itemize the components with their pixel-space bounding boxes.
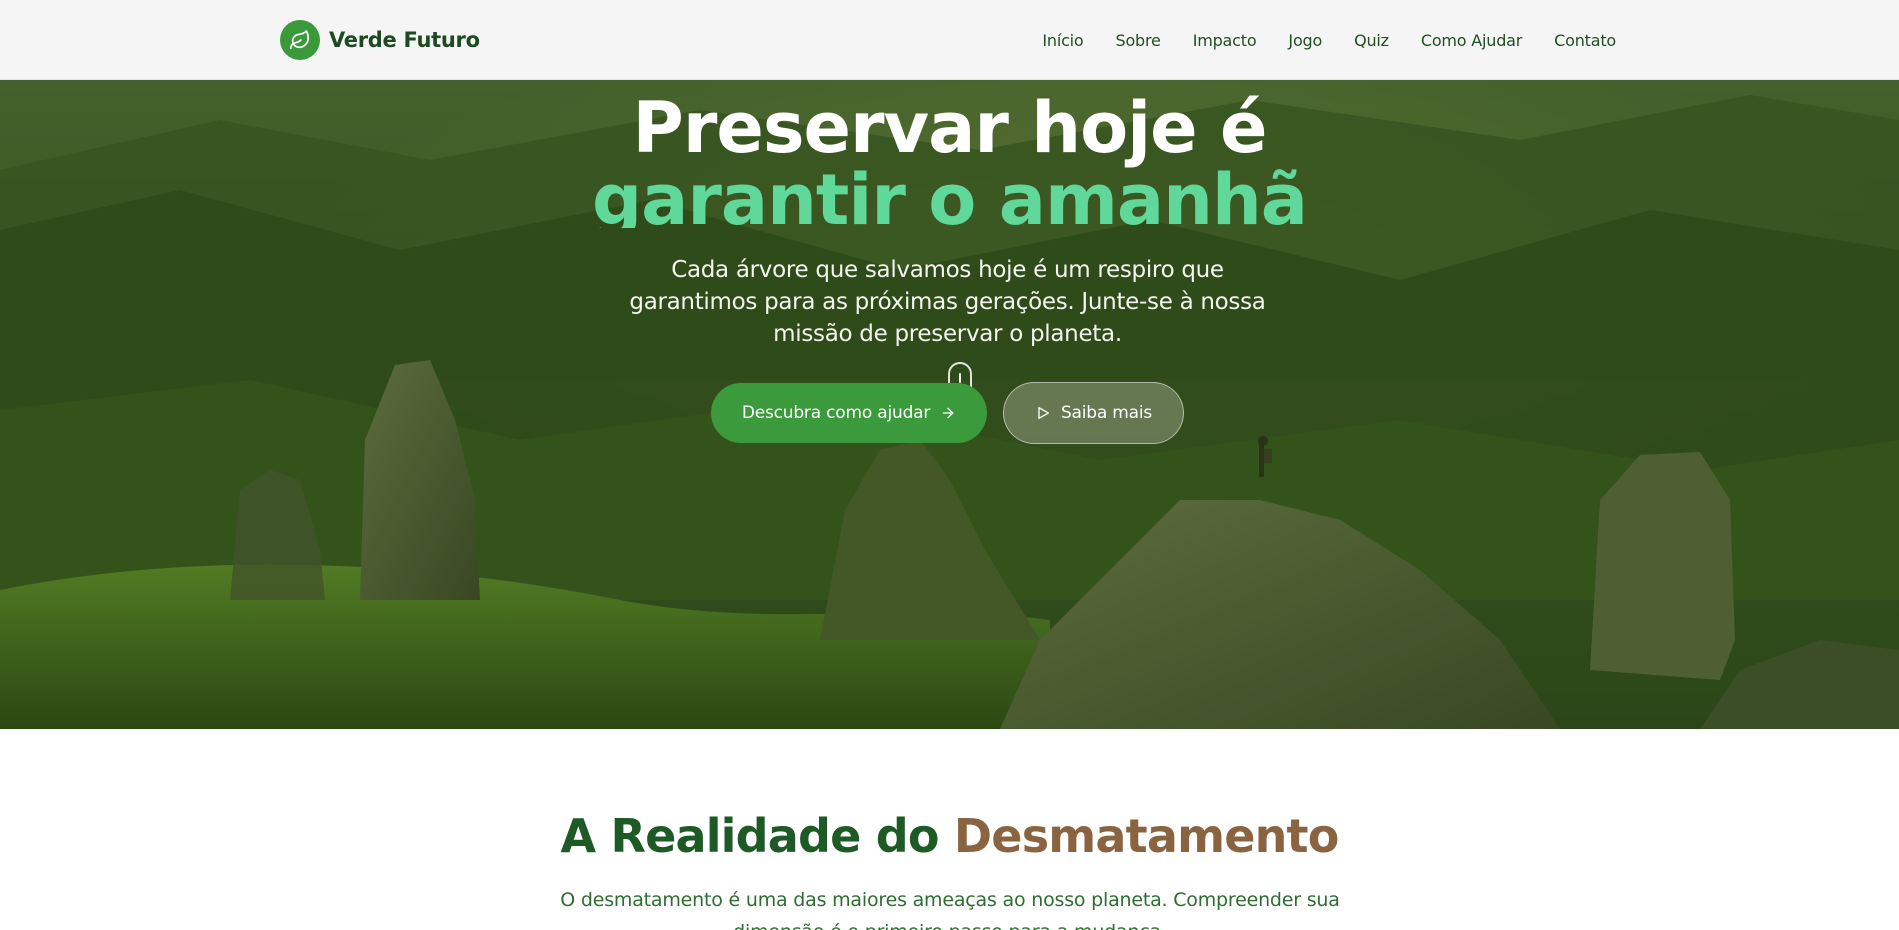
nav-link-inicio[interactable]: Início [1042,31,1083,50]
nav-link-jogo[interactable]: Jogo [1288,31,1322,50]
section-title-part2: Desmatamento [953,809,1339,863]
nav-link-como-ajudar[interactable]: Como Ajudar [1421,31,1522,50]
deforestation-section: A Realidade do Desmatamento O desmatamen… [0,729,1899,930]
nav-link-contato[interactable]: Contato [1554,31,1616,50]
brand-name: Verde Futuro [329,28,480,52]
learn-more-label: Saiba mais [1060,403,1153,423]
learn-more-button[interactable]: Saiba mais [1003,382,1184,444]
section-text: O desmatamento é uma das maiores ameaças… [560,889,1340,930]
nav-links: Início Sobre Impacto Jogo Quiz Como Ajud… [1042,0,1616,80]
hero-subtitle: Cada árvore que salvamos hoje é um respi… [629,257,1266,347]
discover-button-label: Descubra como ajudar [741,403,931,423]
section-title-part1: A Realidade do [560,809,954,863]
nav-link-impacto[interactable]: Impacto [1193,31,1257,50]
hero-title-line1: Preservar hoje é [632,87,1268,169]
scroll-dot [959,373,961,383]
nav-link-quiz[interactable]: Quiz [1354,31,1389,50]
play-icon [1038,407,1049,419]
discover-how-to-help-button[interactable]: Descubra como ajudar [711,383,987,443]
brand[interactable]: Verde Futuro [280,20,480,60]
arrow-right-icon [942,407,954,419]
hero-section: Preservar hoje é garantir o amanhã Cada … [0,80,1899,729]
hero-title-line2: garantir o amanhã [591,162,1308,228]
section-title: A Realidade do Desmatamento [0,809,1899,863]
navbar: Verde Futuro Início Sobre Impacto Jogo Q… [0,0,1899,80]
nav-link-sobre[interactable]: Sobre [1116,31,1161,50]
leaf-icon [280,20,320,60]
